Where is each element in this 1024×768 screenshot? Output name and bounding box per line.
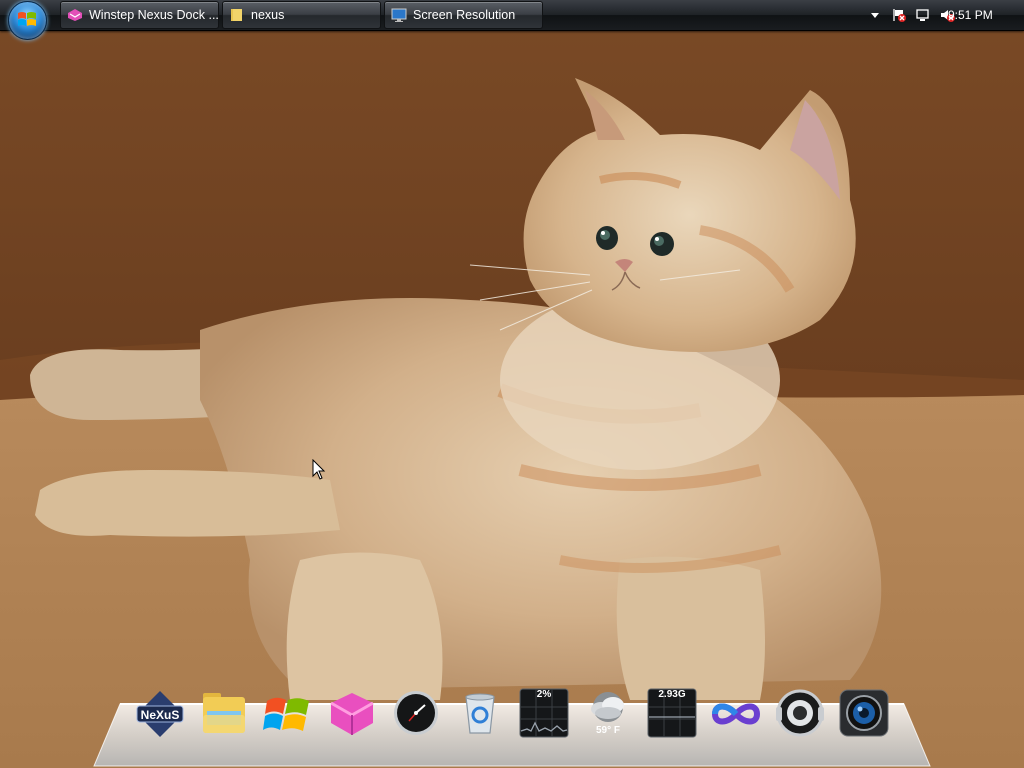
- camera-icon: [839, 689, 889, 737]
- dock-item-speaker[interactable]: [773, 687, 827, 741]
- desktop-wallpaper: [0, 0, 1024, 768]
- memory-meter-value: 2.93G: [658, 689, 686, 700]
- dock-item-camera[interactable]: [837, 687, 891, 741]
- taskbar-button-label: Winstep Nexus Dock ...: [89, 8, 219, 22]
- dock-item-memory-meter[interactable]: 2.93G: [645, 687, 699, 741]
- visual-studio-icon: [711, 703, 761, 725]
- dock-item-visual-studio[interactable]: [709, 687, 763, 741]
- dock-item-nexus[interactable]: NeXuS: [133, 687, 187, 741]
- cpu-meter-value: 2%: [536, 689, 552, 700]
- network-icon[interactable]: [915, 7, 931, 23]
- folder-icon: [203, 693, 245, 733]
- taskbar-button-nexus-dock[interactable]: Winstep Nexus Dock ...: [60, 1, 219, 29]
- recycle-bin-icon: [465, 693, 495, 734]
- winstep-icon: [330, 693, 374, 735]
- taskbar-button-nexus-folder[interactable]: nexus: [222, 1, 381, 29]
- action-center-flag-icon[interactable]: [891, 7, 907, 23]
- clock-icon: [394, 691, 438, 735]
- dock-item-cpu-meter[interactable]: 2%: [517, 687, 571, 741]
- desktop: Winstep Nexus Dock ... nexus Screen Reso…: [0, 0, 1024, 768]
- monitor-icon: [391, 8, 407, 22]
- svg-text:NeXuS: NeXuS: [141, 708, 180, 722]
- dock-item-recycle-bin[interactable]: [453, 687, 507, 741]
- dock-item-windows[interactable]: [261, 687, 315, 741]
- taskbar-button-label: nexus: [251, 8, 285, 22]
- windows-logo-icon: [263, 697, 309, 731]
- start-button[interactable]: [8, 1, 47, 40]
- windows-flag-icon: [18, 12, 36, 26]
- taskbar-button-label: Screen Resolution: [413, 8, 516, 22]
- taskbar-button-screen-resolution[interactable]: Screen Resolution: [384, 1, 543, 29]
- speaker-icon: [776, 689, 824, 737]
- system-tray: 9:51 PM: [824, 0, 1024, 30]
- dock-item-weather[interactable]: 59° F: [581, 687, 635, 741]
- taskbar: Winstep Nexus Dock ... nexus Screen Reso…: [0, 0, 1024, 40]
- nexus-logo-icon: NeXuS: [136, 691, 184, 737]
- show-hidden-icons-arrow[interactable]: [867, 7, 883, 23]
- folder-icon: [231, 9, 242, 21]
- weather-temperature: 59° F: [595, 725, 620, 736]
- dock-item-clock[interactable]: [389, 687, 443, 741]
- mouse-cursor: [312, 459, 326, 480]
- dock-item-winstep[interactable]: [325, 687, 379, 741]
- dock-item-folder[interactable]: [197, 687, 251, 741]
- nexus-app-icon: [68, 9, 82, 21]
- taskbar-clock[interactable]: 9:51 PM: [948, 0, 993, 30]
